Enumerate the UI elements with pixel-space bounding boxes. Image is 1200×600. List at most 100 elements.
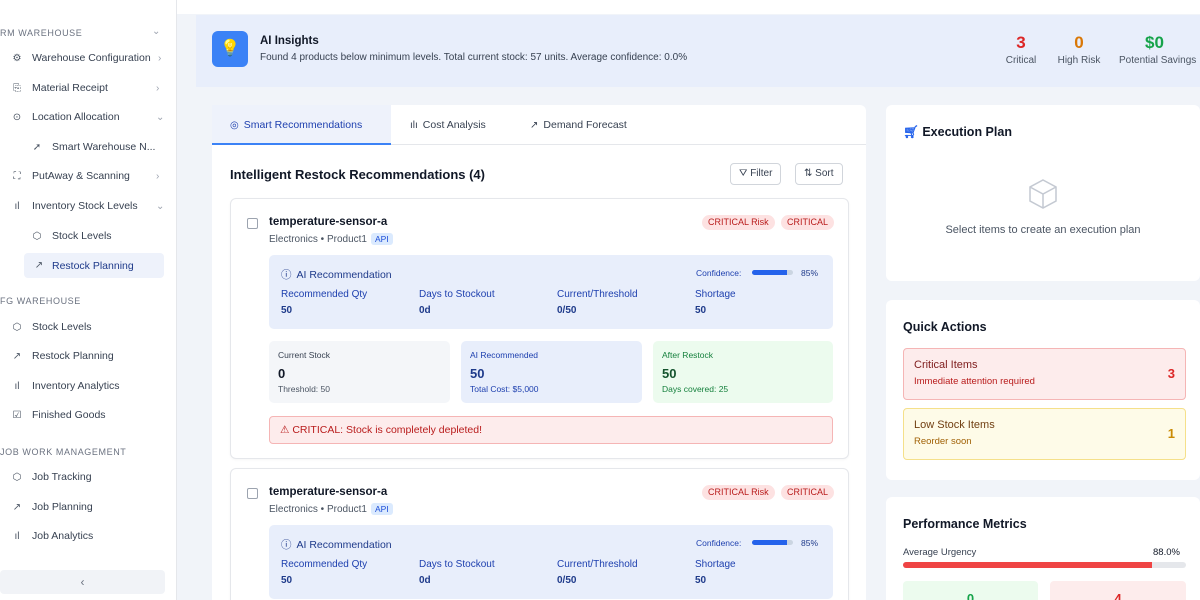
product-name: temperature-sensor-a <box>269 216 388 228</box>
lightbulb-icon: 💡 <box>212 31 248 67</box>
confidence-label: Confidence: <box>696 268 742 278</box>
sidebar-item-material-receipt[interactable]: ⎘ Material Receipt › <box>10 77 176 99</box>
ai-recommendation-box: ⓘ AI Recommendation Confidence: 85% Recom… <box>269 525 833 599</box>
metric-value: 0/50 <box>557 575 577 586</box>
select-checkbox[interactable] <box>247 218 258 229</box>
api-tag: API <box>371 503 393 515</box>
chevron-right-icon: › <box>156 170 160 182</box>
sidebar-item-putaway-scanning[interactable]: ⛶ PutAway & Scanning › <box>10 165 176 187</box>
filter-icon: ⛛ <box>739 168 751 179</box>
recommendation-card: temperature-sensor-a Electronics • Produ… <box>230 198 849 459</box>
performance-metrics-panel: Performance Metrics Average Urgency 88.0… <box>886 497 1200 600</box>
scan-icon: ⛶ <box>13 170 21 182</box>
execution-plan-panel: 🛒︎ Execution Plan Select items to create… <box>886 105 1200 281</box>
chevron-down-icon: ⌄ <box>152 26 161 37</box>
ai-recommendation-box: ⓘ AI Recommendation Confidence: 85% Recom… <box>269 255 833 329</box>
info-icon: ⓘ <box>281 539 292 551</box>
sidebar-item-inventory-stock-levels[interactable]: ıl Inventory Stock Levels ⌄ <box>10 195 176 217</box>
quick-actions-title: Quick Actions <box>903 320 987 334</box>
tab-smart-recommendations[interactable]: ◎ Smart Recommendations <box>212 105 391 145</box>
sidebar-item-job-planning[interactable]: ↗ Job Planning <box>10 496 176 518</box>
stat-potential-savings: $0 Potential Savings <box>1119 33 1197 66</box>
sidebar: RM WAREHOUSE ⌄ ⚙ Warehouse Configuration › … <box>0 0 177 600</box>
metric-value: 50 <box>695 305 707 316</box>
trend-icon: ↗ <box>34 260 44 271</box>
metric-tile: 0 <box>903 581 1038 600</box>
sidebar-item-stock-levels[interactable]: ⬡ Stock Levels <box>30 225 165 247</box>
metric-label: Recommended Qty <box>281 289 368 300</box>
warning-icon: ⚠ <box>280 424 293 436</box>
risk-badge: CRITICAL Risk <box>702 215 775 230</box>
box-icon: ⬡ <box>12 321 22 333</box>
status-badge: CRITICAL <box>781 215 835 230</box>
quick-action-low-stock-items[interactable]: Low Stock Items Reorder soon 1 <box>903 408 1186 460</box>
chevron-left-icon: ‹ <box>80 575 85 589</box>
quick-action-critical-items[interactable]: Critical Items Immediate attention requi… <box>903 348 1186 400</box>
section-rm-warehouse[interactable]: RM WAREHOUSE ⌄ <box>0 26 160 38</box>
ai-recommendation-heading: ⓘ AI Recommendation <box>281 539 392 551</box>
urgency-bar <box>903 562 1186 568</box>
sidebar-collapse-button[interactable]: ‹ <box>0 570 165 594</box>
metric-value: 0/50 <box>557 305 577 316</box>
confidence-value: 85% <box>801 268 819 278</box>
metric-label: Days to Stockout <box>419 559 495 570</box>
execution-empty-text: Select items to create an execution plan <box>945 224 1141 236</box>
sidebar-item-fg-restock-planning[interactable]: ↗ Restock Planning <box>10 345 176 367</box>
recommendation-card: temperature-sensor-a Electronics • Produ… <box>230 468 849 600</box>
metric-label: Current/Threshold <box>557 559 638 570</box>
risk-badge: CRITICAL Risk <box>702 485 775 500</box>
metric-label: Days to Stockout <box>419 289 495 300</box>
stat-high-risk: 0 High Risk <box>1057 33 1101 66</box>
checkbox-icon: ☑ <box>12 409 22 421</box>
bar-chart-icon: ıl <box>14 530 20 542</box>
box-icon: ⬡ <box>12 471 22 483</box>
metric-label: Recommended Qty <box>281 559 368 570</box>
package-icon <box>1026 177 1060 216</box>
metric-value: 0d <box>419 305 431 316</box>
section-fg-warehouse: FG WAREHOUSE <box>0 296 81 306</box>
sidebar-item-inventory-analytics[interactable]: ıl Inventory Analytics <box>10 375 176 397</box>
confidence-value: 85% <box>801 538 819 548</box>
stat-critical: 3 Critical <box>1005 33 1037 66</box>
product-name: temperature-sensor-a <box>269 486 388 498</box>
current-stock-box: Current Stock 0 Threshold: 50 <box>269 341 450 403</box>
target-icon: ◎ <box>230 120 239 131</box>
insights-title: AI Insights <box>260 35 319 47</box>
tab-demand-forecast[interactable]: ↗ Demand Forecast <box>530 105 627 145</box>
metric-value: 50 <box>281 575 293 586</box>
select-checkbox[interactable] <box>247 488 258 499</box>
after-restock-box: After Restock 50 Days covered: 25 <box>653 341 833 403</box>
sidebar-item-job-tracking[interactable]: ⬡ Job Tracking <box>10 466 176 488</box>
sidebar-item-finished-goods[interactable]: ☑ Finished Goods <box>10 404 176 426</box>
sidebar-item-fg-stock-levels[interactable]: ⬡ Stock Levels <box>10 316 176 338</box>
tab-bar: ◎ Smart Recommendations ılı Cost Analysis … <box>212 105 866 145</box>
ai-recommendation-heading: ⓘ AI Recommendation <box>281 269 392 281</box>
trend-icon: ↗ <box>12 350 22 362</box>
sort-button[interactable]: ⇅ Sort <box>795 163 843 185</box>
critical-alert: ⚠ CRITICAL: Stock is completely depleted… <box>269 416 833 444</box>
performance-metrics-title: Performance Metrics <box>903 517 1027 531</box>
tab-cost-analysis[interactable]: ılı Cost Analysis <box>410 105 486 145</box>
sidebar-item-smart-warehouse[interactable]: ➚ Smart Warehouse N... <box>30 136 165 158</box>
chevron-down-icon: ⌄ <box>156 200 165 212</box>
recommendations-panel: ◎ Smart Recommendations ılı Cost Analysis … <box>212 105 866 600</box>
box-icon: ⬡ <box>32 230 42 242</box>
sidebar-item-warehouse-configuration[interactable]: ⚙ Warehouse Configuration › <box>10 47 176 69</box>
confidence-bar <box>752 540 793 545</box>
quick-actions-panel: Quick Actions Critical Items Immediate a… <box>886 300 1200 480</box>
sidebar-item-restock-planning[interactable]: ↗ Restock Planning <box>24 253 164 278</box>
sidebar-item-location-allocation[interactable]: ⊙ Location Allocation ⌄ <box>10 106 176 128</box>
cart-icon: 🛒︎ <box>903 125 923 139</box>
product-meta: Electronics • Product1 API <box>269 503 393 515</box>
section-job-work-management: JOB WORK MANAGEMENT <box>0 447 127 457</box>
sidebar-item-job-analytics[interactable]: ıl Job Analytics <box>10 525 176 547</box>
pin-icon: ⊙ <box>12 111 22 123</box>
list-title: Intelligent Restock Recommendations (4) <box>230 167 485 182</box>
trend-icon: ↗ <box>12 501 22 513</box>
ai-insights-banner: 💡 AI Insights Found 4 products below min… <box>196 15 1200 87</box>
filter-button[interactable]: ⛛ Filter <box>730 163 782 185</box>
receipt-icon: ⎘ <box>13 82 21 94</box>
confidence-bar <box>752 270 793 275</box>
urgency-label: Average Urgency <box>903 547 977 558</box>
chevron-right-icon: › <box>158 52 162 64</box>
